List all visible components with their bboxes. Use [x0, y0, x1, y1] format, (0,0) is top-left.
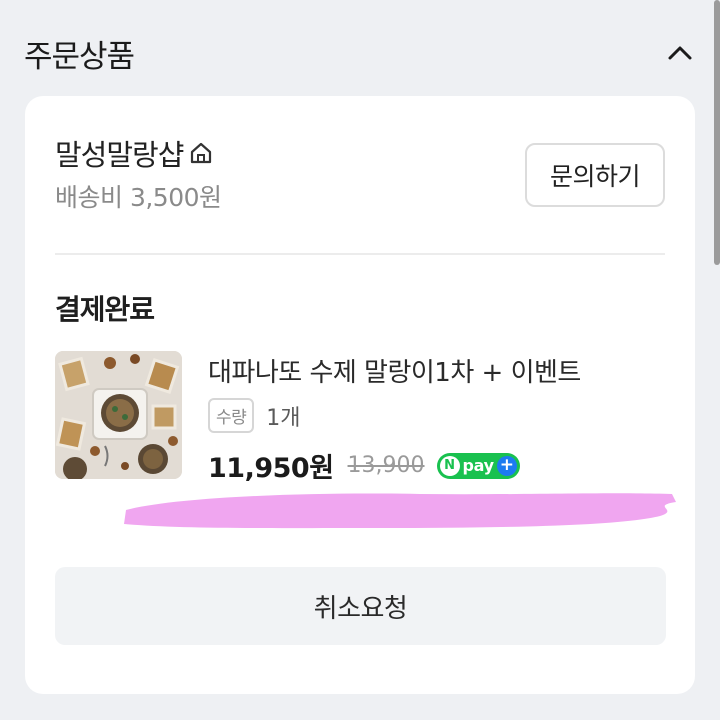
chevron-up-icon[interactable]	[660, 33, 700, 73]
section-title: 주문상품	[24, 38, 135, 75]
price-row: 11,950원 13,900 N pay +	[208, 446, 520, 485]
seller-name[interactable]: 말성말랑샵	[55, 132, 184, 174]
scrollbar[interactable]	[714, 0, 720, 265]
product-name[interactable]: 대파나또 수제 말랑이1차 + 이벤트	[208, 352, 581, 389]
npay-text: pay	[462, 456, 495, 475]
inquiry-button[interactable]: 문의하기	[525, 143, 665, 207]
seller-name-row[interactable]: 말성말랑샵	[55, 132, 215, 174]
npay-plus-icon: +	[496, 455, 517, 476]
order-card: 말성말랑샵 배송비 3,500원 문의하기 결제완료 대파나또 수제 말랑이1차…	[25, 96, 695, 694]
redaction-mark	[124, 493, 676, 529]
order-status: 결제완료	[55, 293, 155, 326]
order-items-header[interactable]: 주문상품	[24, 28, 704, 78]
quantity-row: 수량 1개	[208, 398, 301, 433]
npay-n-icon: N	[439, 455, 460, 476]
npay-badge: N pay +	[436, 452, 520, 479]
cancel-request-button[interactable]: 취소요청	[55, 567, 666, 645]
home-icon[interactable]	[187, 139, 215, 167]
quantity-label: 수량	[208, 398, 255, 433]
product-thumbnail[interactable]	[55, 351, 182, 479]
original-price: 13,900	[347, 453, 425, 478]
quantity-value: 1개	[266, 405, 301, 431]
shipping-fee: 배송비 3,500원	[55, 183, 222, 212]
divider	[55, 253, 665, 255]
price: 11,950원	[208, 453, 334, 484]
